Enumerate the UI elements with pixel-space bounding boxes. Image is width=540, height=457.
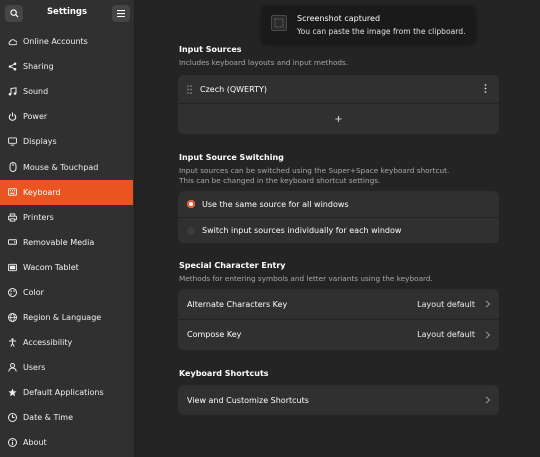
power-icon [8,112,17,122]
sidebar-item-wacom-tablet[interactable]: Wacom Tablet [0,255,134,280]
radio-selected-icon[interactable] [187,200,195,208]
chevron-right-icon [482,396,491,404]
alternate-characters-key-value: Layout default [417,299,475,309]
sidebar-item-label: About [23,438,47,448]
compose-key-value: Layout default [417,330,475,339]
sidebar-item-keyboard[interactable]: Keyboard [0,179,133,205]
keyboard-icon [8,188,17,197]
sidebar-item-users[interactable]: Users [0,355,134,380]
sidebar-item-label: Online Accounts [23,37,88,47]
compose-key-label: Compose Key [187,330,242,339]
input-sources-desc: Includes keyboard layouts and input meth… [179,58,349,67]
accessibility-icon [8,338,17,347]
sidebar-item-label: Power [23,112,48,122]
input-sources-card: Czech (QWERTY) + [178,75,499,134]
special-card: Alternate Characters Key Layout default … [178,289,499,350]
sidebar-item-region-language[interactable]: Region & Language [0,305,134,330]
input-source-row[interactable]: Czech (QWERTY) [178,75,499,103]
switching-title: Input Source Switching [179,153,284,162]
radio-same-source-label: Use the same source for all windows [202,199,349,209]
sidebar-item-label: Printers [23,212,54,222]
menu-button[interactable] [112,5,130,22]
sidebar-item-label: Wacom Tablet [23,262,79,272]
sidebar-item-label: Sound [23,87,49,97]
radio-same-source[interactable]: Use the same source for all windows [178,191,499,217]
screenshot-icon [271,15,287,31]
sidebar-item-accessibility[interactable]: Accessibility [0,330,134,355]
sidebar-item-sharing[interactable]: Sharing [0,54,134,79]
sidebar: Settings Online Accounts Sharing Sound P… [0,0,135,457]
sidebar-item-printers[interactable]: Printers [0,205,134,230]
printer-icon [8,213,17,222]
users-icon [8,363,17,372]
sidebar-item-removable-media[interactable]: Removable Media [0,230,134,255]
sidebar-item-label: Region & Language [23,312,102,322]
switching-desc-line1: Input sources can be switched using the … [179,166,450,175]
hamburger-icon [117,10,125,17]
view-customize-shortcuts-row[interactable]: View and Customize Shortcuts [178,385,499,415]
share-icon [8,62,17,71]
globe-icon [8,312,17,322]
sidebar-item-label: Default Applications [23,388,104,398]
info-icon [8,438,17,448]
palette-icon [8,287,17,297]
special-title: Special Character Entry [179,261,286,270]
sidebar-item-default-applications[interactable]: Default Applications [0,380,134,405]
clock-icon [8,413,17,423]
shortcuts-card: View and Customize Shortcuts [178,385,499,415]
sidebar-item-label: Accessibility [23,338,73,348]
alternate-characters-key-row[interactable]: Alternate Characters Key Layout default [178,289,499,319]
sidebar-item-label: Color [23,287,44,297]
sidebar-item-about[interactable]: About [0,430,134,455]
switching-desc-line2: This can be changed in the keyboard shor… [179,176,381,185]
chevron-right-icon [482,300,491,308]
input-source-label: Czech (QWERTY) [200,84,267,94]
tablet-icon [8,263,17,272]
sidebar-item-online-accounts[interactable]: Online Accounts [0,29,134,54]
drag-handle-icon[interactable] [187,84,192,94]
radio-individual-source-label: Switch input sources individually for ea… [202,226,402,235]
plus-icon: + [334,113,343,125]
sidebar-item-color[interactable]: Color [0,280,134,305]
notification-title: Screenshot captured [297,14,381,23]
sidebar-item-label: Mouse & Touchpad [23,162,99,172]
mouse-icon [8,162,17,173]
main-panel: Input Sources Includes keyboard layouts … [136,0,540,457]
sidebar-item-sound[interactable]: Sound [0,79,134,104]
radio-individual-source[interactable]: Switch input sources individually for ea… [178,217,499,243]
cloud-icon [8,37,17,46]
sidebar-item-label: Removable Media [23,237,95,247]
sidebar-item-label: Displays [23,137,57,147]
sidebar-item-label: Date & Time [23,413,74,423]
display-icon [8,137,17,146]
sidebar-list: Online Accounts Sharing Sound Power Disp… [0,29,134,456]
alternate-characters-key-label: Alternate Characters Key [187,299,288,309]
radio-unselected-icon[interactable] [187,226,195,235]
sidebar-item-displays[interactable]: Displays [0,129,134,154]
sidebar-header: Settings [0,0,134,28]
shortcuts-title: Keyboard Shortcuts [179,369,269,378]
sidebar-item-date-time[interactable]: Date & Time [0,405,134,430]
sidebar-item-power[interactable]: Power [0,104,134,129]
sidebar-item-mouse-touchpad[interactable]: Mouse & Touchpad [0,154,134,179]
drive-icon [8,238,17,247]
music-note-icon [8,87,17,96]
sidebar-item-label: Keyboard [23,187,61,197]
star-icon [8,388,17,397]
view-customize-shortcuts-label: View and Customize Shortcuts [187,395,309,405]
compose-key-row[interactable]: Compose Key Layout default [178,319,499,349]
input-sources-title: Input Sources [179,45,242,54]
add-input-source-button[interactable]: + [178,103,499,134]
switching-card: Use the same source for all windows Swit… [178,191,499,243]
sidebar-item-label: Users [23,363,46,373]
screenshot-notification[interactable]: Screenshot captured You can paste the im… [262,6,475,43]
chevron-right-icon [482,330,491,339]
sidebar-item-label: Sharing [23,62,54,72]
special-desc: Methods for entering symbols and letter … [179,274,433,283]
more-options-icon[interactable] [484,84,487,93]
notification-body: You can paste the image from the clipboa… [297,27,466,36]
